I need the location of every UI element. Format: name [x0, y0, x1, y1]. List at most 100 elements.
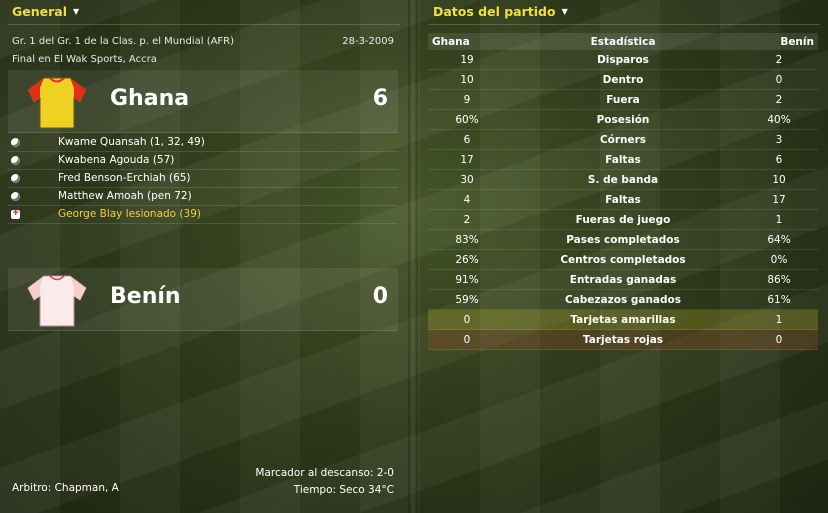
event-text: Kwame Quansah (1, 32, 49): [58, 136, 205, 148]
event-row[interactable]: Matthew Amoah (pen 72): [8, 188, 398, 206]
away-value: 3: [740, 129, 818, 150]
home-value: 17: [428, 149, 506, 170]
away-value: 0: [740, 69, 818, 90]
away-value: 10: [740, 169, 818, 190]
dropdown-arrow-icon[interactable]: ▼: [73, 7, 79, 16]
panel-divider: [408, 0, 418, 513]
injury-cross-icon: [11, 205, 20, 222]
match-data-panel-header[interactable]: Datos del partido ▼: [433, 4, 568, 19]
competition-label: Gr. 1 del Gr. 1 de la Clas. p. el Mundia…: [12, 36, 235, 47]
stat-label: Fuera: [506, 89, 740, 110]
match-stats-table: Ghana Estadística Benín 19 Disparos 2 10 De…: [428, 33, 818, 350]
stat-label: Entradas ganadas: [506, 269, 740, 290]
stats-header-row: Ghana Estadística Benín: [428, 33, 818, 50]
event-text: George Blay lesionado (39): [58, 208, 201, 220]
goal-ball-icon: [11, 138, 20, 147]
stat-label: Disparos: [506, 50, 740, 70]
away-team-score: 0: [372, 284, 388, 309]
home-shirt-icon: [27, 77, 87, 129]
away-value: 1: [740, 309, 818, 330]
home-value: 0: [428, 329, 506, 350]
table-row: 30 S. de banda 10: [428, 169, 818, 190]
home-value: 6: [428, 129, 506, 150]
match-info: Gr. 1 del Gr. 1 de la Clas. p. el Mundia…: [12, 33, 394, 69]
halftime-score: Marcador al descanso: 2-0: [255, 467, 394, 479]
event-row[interactable]: Fred Benson-Erchiah (65): [8, 170, 398, 188]
home-value: 91%: [428, 269, 506, 290]
away-value: 61%: [740, 289, 818, 310]
table-row: 0 Tarjetas rojas 0: [428, 329, 818, 350]
home-value: 83%: [428, 229, 506, 250]
table-row: 59% Cabezazos ganados 61%: [428, 289, 818, 310]
stat-label: S. de banda: [506, 169, 740, 190]
home-value: 0: [428, 309, 506, 330]
stat-label: Pases completados: [506, 229, 740, 250]
away-value: 0%: [740, 249, 818, 270]
table-row: 60% Posesión 40%: [428, 109, 818, 130]
home-value: 30: [428, 169, 506, 190]
event-text: Matthew Amoah (pen 72): [58, 190, 192, 202]
stat-label: Cabezazos ganados: [506, 289, 740, 310]
table-row: 19 Disparos 2: [428, 50, 818, 70]
home-team-box: Ghana 6: [8, 70, 398, 133]
stat-label: Tarjetas amarillas: [506, 309, 740, 330]
home-value: 26%: [428, 249, 506, 270]
event-row[interactable]: George Blay lesionado (39): [8, 205, 398, 224]
goal-ball-icon: [11, 192, 20, 201]
general-header-label: General: [12, 4, 67, 19]
away-team-box: Benín 0: [8, 268, 398, 331]
stat-label: Dentro: [506, 69, 740, 90]
home-value: 4: [428, 189, 506, 210]
goal-ball-icon: [11, 156, 20, 165]
away-value: 40%: [740, 109, 818, 130]
stat-label: Fueras de juego: [506, 209, 740, 230]
header-rule: [8, 24, 400, 25]
general-panel-header[interactable]: General ▼: [12, 4, 79, 19]
goal-ball-icon: [11, 174, 20, 183]
dropdown-arrow-icon[interactable]: ▼: [562, 7, 568, 16]
match-footer: Marcador al descanso: 2-0 Tiempo: Seco 3…: [12, 465, 394, 499]
venue-label: Final en El Wak Sports, Accra: [12, 54, 157, 65]
table-row: 83% Pases completados 64%: [428, 229, 818, 250]
away-team-name[interactable]: Benín: [110, 284, 181, 309]
away-value: 64%: [740, 229, 818, 250]
home-team-score: 6: [372, 86, 388, 111]
event-text: Kwabena Agouda (57): [58, 154, 175, 166]
away-value: 2: [740, 50, 818, 70]
stat-label: Faltas: [506, 149, 740, 170]
stat-label: Centros completados: [506, 249, 740, 270]
table-row: 17 Faltas 6: [428, 149, 818, 170]
home-value: 19: [428, 50, 506, 70]
stat-label: Posesión: [506, 109, 740, 130]
home-value: 60%: [428, 109, 506, 130]
table-row: 2 Fueras de juego 1: [428, 209, 818, 230]
event-row[interactable]: Kwabena Agouda (57): [8, 152, 398, 170]
match-events: Kwame Quansah (1, 32, 49) Kwabena Agouda…: [8, 134, 398, 224]
table-row: 6 Córners 3: [428, 129, 818, 150]
away-value: 17: [740, 189, 818, 210]
col-away[interactable]: Benín: [740, 33, 818, 50]
home-value: 10: [428, 69, 506, 90]
home-team-name[interactable]: Ghana: [110, 86, 189, 111]
event-row[interactable]: Kwame Quansah (1, 32, 49): [8, 134, 398, 152]
event-text: Fred Benson-Erchiah (65): [58, 172, 191, 184]
header-rule: [428, 24, 820, 25]
table-row: 9 Fuera 2: [428, 89, 818, 110]
table-row: 4 Faltas 17: [428, 189, 818, 210]
away-value: 6: [740, 149, 818, 170]
stat-label: Faltas: [506, 189, 740, 210]
col-stat[interactable]: Estadística: [506, 33, 740, 50]
home-value: 2: [428, 209, 506, 230]
stat-label: Tarjetas rojas: [506, 329, 740, 350]
col-home[interactable]: Ghana: [428, 33, 506, 50]
table-row: 0 Tarjetas amarillas 1: [428, 309, 818, 330]
table-row: 91% Entradas ganadas 86%: [428, 269, 818, 290]
away-value: 86%: [740, 269, 818, 290]
away-value: 0: [740, 329, 818, 350]
stat-label: Córners: [506, 129, 740, 150]
match-date: 28-3-2009: [342, 36, 394, 47]
table-row: 10 Dentro 0: [428, 69, 818, 90]
home-value: 59%: [428, 289, 506, 310]
match-data-header-label: Datos del partido: [433, 4, 556, 19]
away-value: 1: [740, 209, 818, 230]
